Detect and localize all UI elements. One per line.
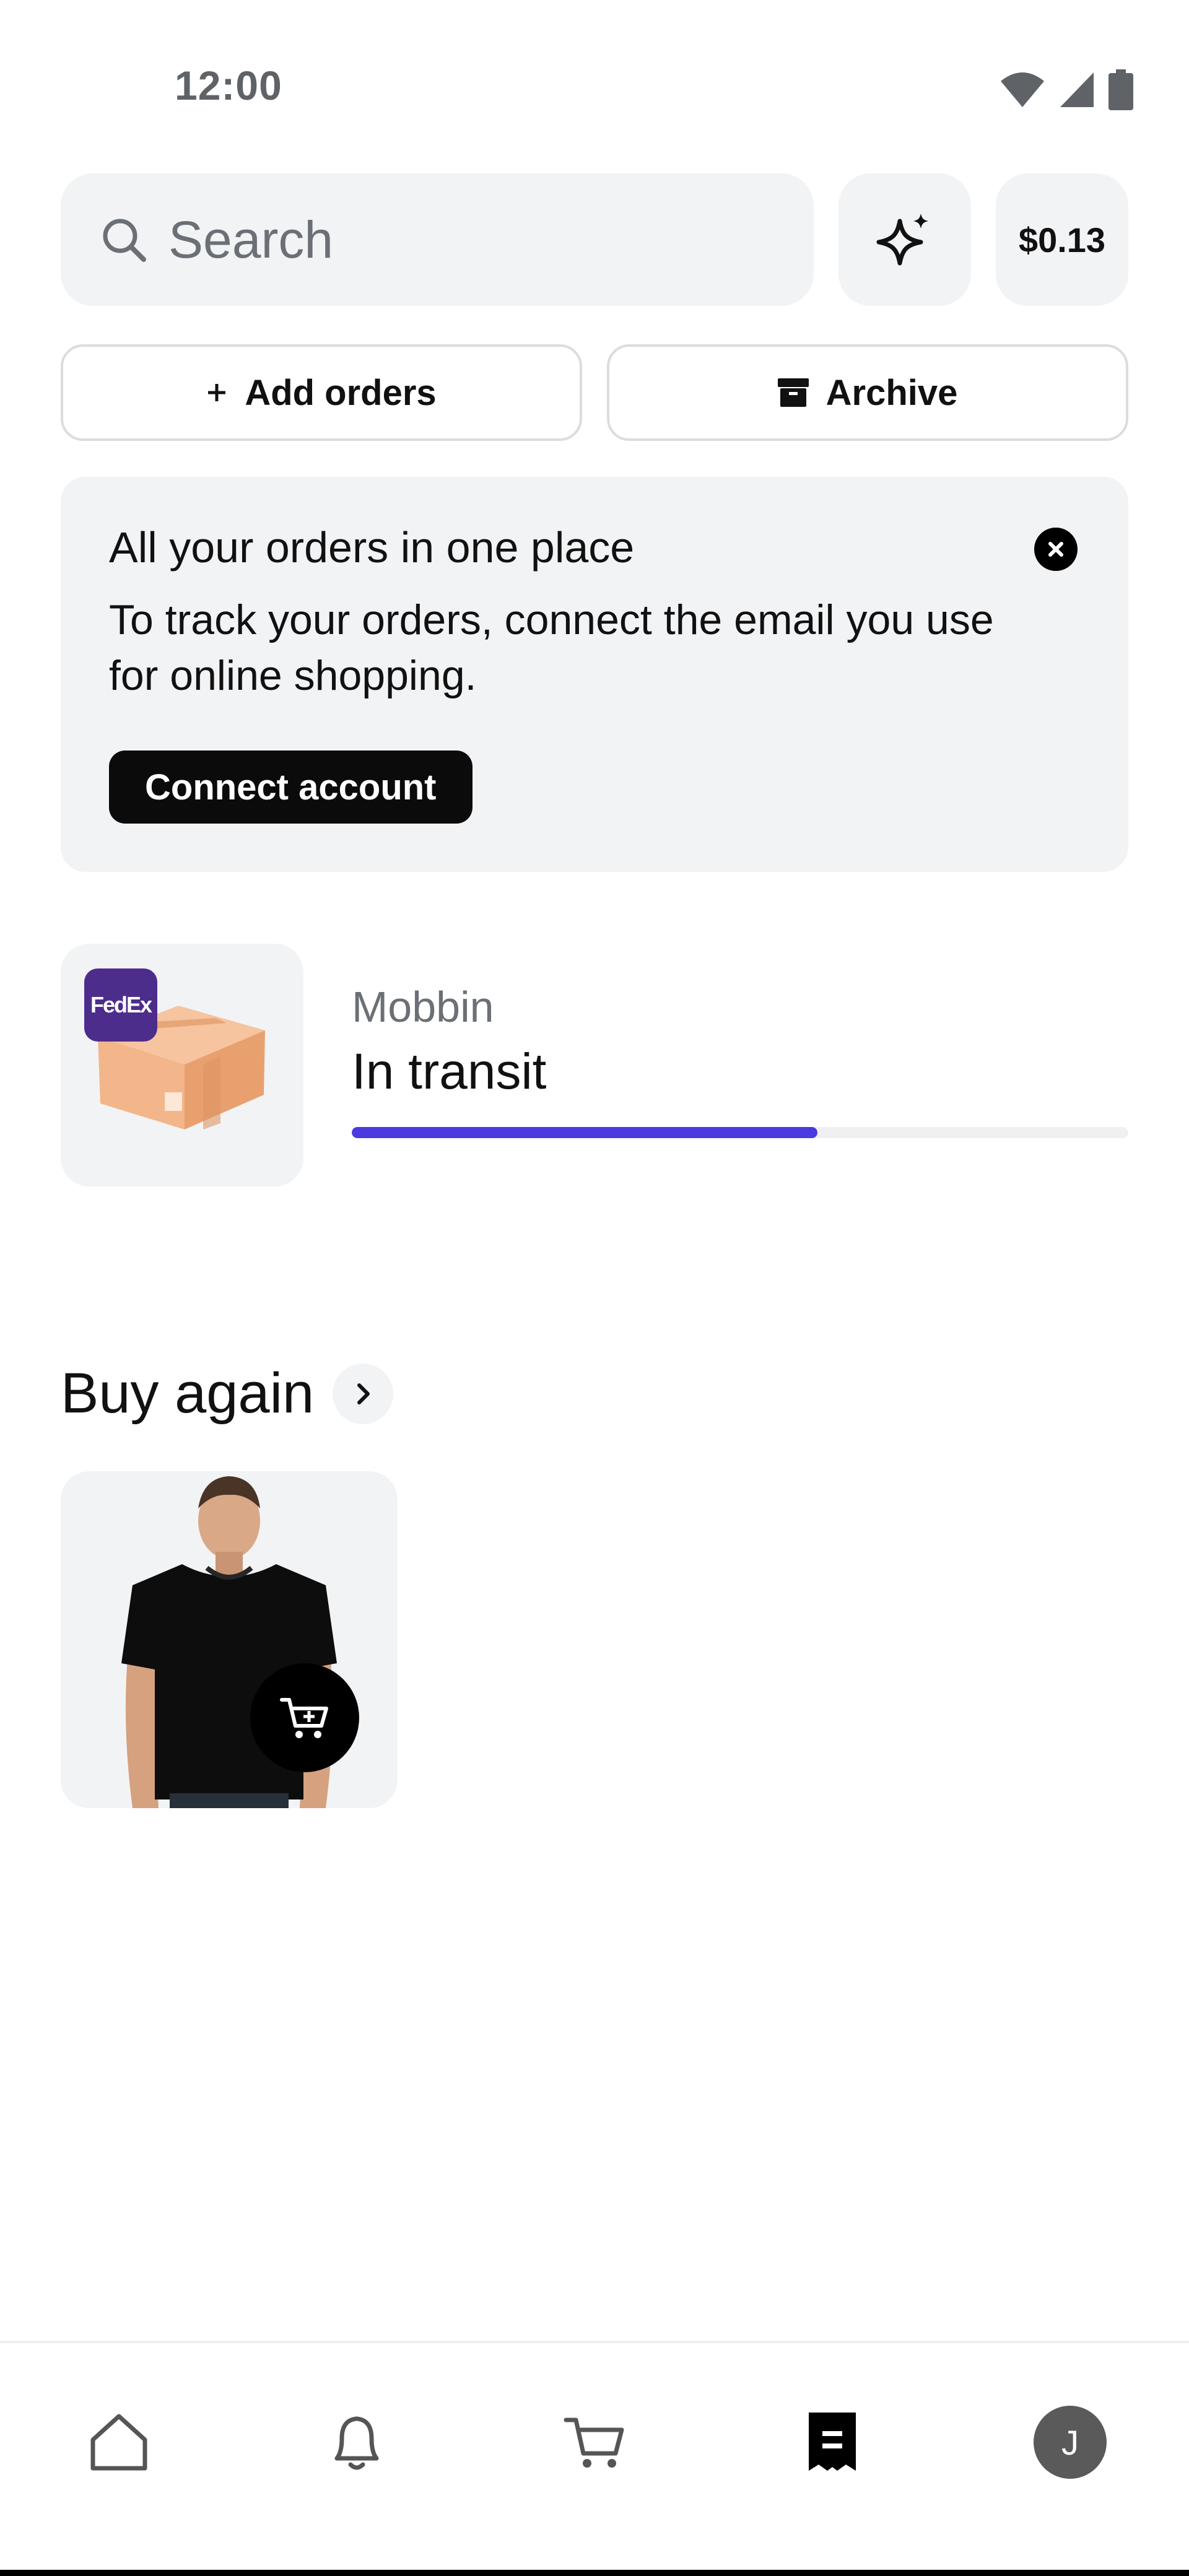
order-thumbnail[interactable]: FedEx [61, 944, 303, 1186]
banner-title: All your orders in one place [109, 523, 635, 572]
nav-orders[interactable] [789, 2399, 876, 2486]
nav-cart[interactable] [551, 2399, 638, 2486]
cart-add-icon [280, 1698, 328, 1738]
nav-home[interactable] [76, 2399, 162, 2486]
add-orders-label: Add orders [245, 372, 437, 413]
sparkle-icon [876, 214, 928, 266]
status-time: 12:00 [175, 63, 282, 108]
home-icon [90, 2414, 147, 2471]
carrier-badge: FedEx [84, 968, 157, 1042]
order-progress-bar [352, 1127, 1128, 1138]
search-icon [103, 219, 146, 262]
plus-icon [208, 384, 226, 401]
system-navigation-bar [0, 2570, 1189, 2576]
close-icon[interactable] [1034, 528, 1078, 571]
connect-email-banner: All your orders in one place To track yo… [61, 477, 1128, 872]
avatar: J [1034, 2406, 1107, 2479]
order-merchant[interactable]: Mobbin [352, 982, 494, 1032]
order-status[interactable]: In transit [352, 1043, 546, 1101]
product-card[interactable] [61, 1471, 398, 1808]
balance-button[interactable]: $0.13 [996, 173, 1128, 306]
search-input[interactable]: Search [61, 173, 814, 306]
chevron-right-icon[interactable] [333, 1363, 394, 1424]
status-icons [1000, 69, 1133, 110]
wifi-icon [1001, 72, 1044, 107]
balance-amount: $0.13 [1018, 220, 1106, 259]
orders-icon [809, 2413, 856, 2471]
bottom-navigation: J [0, 2341, 1189, 2574]
order-progress-fill [352, 1127, 818, 1138]
buy-again-header[interactable]: Buy again [61, 1361, 394, 1426]
ai-assistant-button[interactable] [838, 173, 971, 306]
banner-body: To track your orders, connect the email … [109, 596, 994, 699]
add-to-cart-button[interactable] [250, 1663, 359, 1772]
archive-label: Archive [825, 372, 958, 413]
archive-icon [777, 378, 809, 407]
bell-icon [334, 2416, 379, 2470]
nav-profile[interactable]: J [1027, 2399, 1113, 2486]
connect-account-button[interactable]: Connect account [109, 751, 473, 824]
nav-notifications[interactable] [313, 2399, 400, 2486]
cart-icon [564, 2417, 624, 2468]
cellular-icon [1060, 72, 1094, 107]
add-orders-button[interactable]: Add orders [61, 344, 582, 441]
search-placeholder: Search [168, 210, 334, 269]
buy-again-title: Buy again [61, 1362, 315, 1425]
archive-button[interactable]: Archive [607, 344, 1128, 441]
battery-icon [1108, 69, 1133, 110]
product-image [121, 1476, 337, 1808]
